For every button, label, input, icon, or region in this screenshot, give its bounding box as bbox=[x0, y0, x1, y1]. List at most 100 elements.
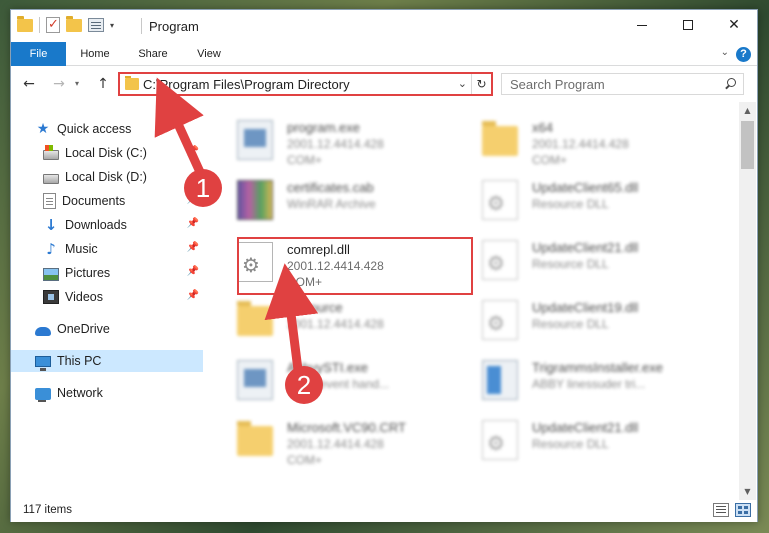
status-bar: 117 items bbox=[11, 500, 757, 522]
tab-view[interactable]: View bbox=[185, 42, 233, 66]
file-list: program.exe 2001.12.4414.428 COM+ x64 20… bbox=[207, 102, 741, 500]
refresh-icon[interactable]: ↻ bbox=[471, 74, 491, 94]
close-icon: ✕ bbox=[728, 17, 740, 33]
file-name: UpdateClient21.dll bbox=[532, 240, 639, 255]
sidebar-item-network[interactable]: Network bbox=[11, 382, 203, 404]
file-details: WinRAR Archive bbox=[287, 197, 376, 211]
sidebar-item-label: Local Disk (D:) bbox=[65, 170, 147, 184]
sidebar-item-label: Documents bbox=[62, 194, 126, 208]
tab-home[interactable]: Home bbox=[71, 42, 119, 66]
properties-check-icon[interactable] bbox=[46, 17, 60, 33]
explorer-window: ▾ Program ✕ File Home Share View ⌄ ? ← →… bbox=[10, 9, 758, 522]
computer-icon bbox=[35, 355, 51, 371]
new-folder-icon[interactable] bbox=[66, 16, 82, 33]
file-details: ABBY linessuder tri... bbox=[532, 377, 646, 391]
scroll-thumb[interactable] bbox=[741, 121, 754, 169]
file-item[interactable]: Resource 2001.12.4414.428 bbox=[217, 296, 457, 346]
vertical-scrollbar[interactable]: ▲ ▼ bbox=[739, 102, 756, 500]
folder-icon bbox=[125, 76, 139, 90]
file-name: UpdateClient19.dll bbox=[532, 300, 639, 315]
large-icons-view-icon[interactable] bbox=[735, 503, 751, 517]
pin-icon[interactable]: 📌 bbox=[187, 146, 199, 157]
archive-icon bbox=[237, 180, 273, 220]
up-button[interactable]: ↑ bbox=[93, 74, 113, 94]
sidebar-item-local-disk-d[interactable]: Local Disk (D:) bbox=[11, 166, 203, 188]
download-icon: ↓ bbox=[44, 216, 58, 234]
sidebar-item-downloads[interactable]: ↓ Downloads 📌 bbox=[11, 214, 203, 236]
file-item[interactable]: UpdateClient21.dll Resource DLL bbox=[462, 416, 702, 466]
file-item[interactable]: UpdateClient19.dll Resource DLL bbox=[462, 296, 702, 346]
address-row: ← → ▾ ↑ C:\Program Files\Program Directo… bbox=[11, 67, 757, 101]
dll-icon bbox=[482, 180, 518, 220]
folder-icon bbox=[237, 301, 273, 336]
recent-locations-dropdown-icon[interactable]: ▾ bbox=[71, 74, 83, 94]
pin-icon[interactable]: 📌 bbox=[187, 218, 199, 229]
title-bar: ▾ Program ✕ bbox=[11, 10, 757, 42]
sidebar-item-label: Quick access bbox=[57, 122, 132, 136]
quick-access-toolbar: ▾ bbox=[17, 16, 114, 33]
disk-icon bbox=[43, 173, 59, 184]
callout-2: 2 bbox=[285, 366, 323, 404]
address-bar[interactable]: C:\Program Files\Program Directory ⌄ ↻ bbox=[118, 72, 493, 96]
file-item[interactable]: x64 2001.12.4414.428 COM+ bbox=[462, 116, 702, 167]
sidebar-item-music[interactable]: ♪ Music 📌 bbox=[11, 238, 203, 260]
sidebar-item-label: Network bbox=[57, 386, 103, 400]
setup-icon bbox=[482, 360, 518, 400]
file-item[interactable]: UpdateClient65.dll Resource DLL bbox=[462, 176, 702, 226]
file-details: 2001.12.4414.428 bbox=[287, 137, 384, 151]
search-icon[interactable] bbox=[723, 77, 737, 91]
forward-button[interactable]: → bbox=[49, 74, 69, 94]
dll-icon bbox=[482, 420, 518, 460]
music-icon: ♪ bbox=[46, 240, 56, 258]
details-view-icon[interactable] bbox=[713, 503, 729, 517]
file-details: 2001.12.4414.428 bbox=[287, 437, 384, 451]
pin-icon[interactable]: 📌 bbox=[187, 290, 199, 301]
minimize-icon bbox=[637, 24, 647, 26]
file-name: x64 bbox=[532, 120, 553, 135]
title-divider bbox=[141, 18, 142, 34]
address-dropdown-icon[interactable]: ⌄ bbox=[458, 77, 467, 90]
sidebar-item-label: Pictures bbox=[65, 266, 111, 280]
minimize-button[interactable] bbox=[619, 10, 665, 40]
file-item[interactable]: UpdateClient21.dll Resource DLL bbox=[462, 236, 702, 286]
customize-toolbar-dropdown-icon[interactable]: ▾ bbox=[110, 21, 114, 30]
sidebar-item-pictures[interactable]: Pictures 📌 bbox=[11, 262, 203, 284]
callout-1: 1 bbox=[184, 169, 222, 207]
scroll-down-icon[interactable]: ▼ bbox=[739, 483, 756, 500]
file-item[interactable]: TrigrammsInstaller.exe ABBY linessuder t… bbox=[462, 356, 702, 406]
sidebar-item-onedrive[interactable]: OneDrive bbox=[11, 318, 203, 340]
file-item[interactable]: AbbyySTI.exe ab so event hand... bbox=[217, 356, 457, 406]
file-item[interactable]: certificates.cab WinRAR Archive bbox=[217, 176, 457, 226]
file-item[interactable]: Microsoft.VC90.CRT 2001.12.4414.428 COM+ bbox=[217, 416, 457, 467]
file-details: Resource DLL bbox=[532, 317, 609, 331]
navigation-pane: ★ Quick access Local Disk (C:) 📌 Local D… bbox=[11, 102, 207, 500]
close-button[interactable]: ✕ bbox=[711, 10, 757, 40]
file-name: program.exe bbox=[287, 120, 360, 135]
maximize-icon bbox=[683, 20, 693, 30]
back-button[interactable]: ← bbox=[19, 74, 39, 94]
expand-ribbon-chevron-icon[interactable]: ⌄ bbox=[721, 47, 729, 58]
pin-icon[interactable]: 📌 bbox=[187, 266, 199, 277]
maximize-button[interactable] bbox=[665, 10, 711, 40]
sidebar-item-quick-access[interactable]: ★ Quick access bbox=[11, 118, 203, 140]
file-name: certificates.cab bbox=[287, 180, 374, 195]
scroll-up-icon[interactable]: ▲ bbox=[739, 102, 756, 119]
search-input[interactable]: Search Program bbox=[501, 73, 744, 95]
help-icon[interactable]: ? bbox=[736, 47, 751, 62]
file-name: Resource bbox=[287, 300, 343, 315]
sidebar-item-this-pc[interactable]: This PC bbox=[11, 350, 203, 372]
sidebar-item-local-disk-c[interactable]: Local Disk (C:) 📌 bbox=[11, 142, 203, 164]
properties-icon[interactable] bbox=[88, 18, 104, 32]
sidebar-item-documents[interactable]: Documents 📌 bbox=[11, 190, 203, 212]
cloud-icon bbox=[35, 327, 51, 336]
file-name: UpdateClient65.dll bbox=[532, 180, 639, 195]
pin-icon[interactable]: 📌 bbox=[187, 242, 199, 253]
tab-file[interactable]: File bbox=[11, 42, 66, 66]
tab-share[interactable]: Share bbox=[129, 42, 177, 66]
address-path[interactable]: C:\Program Files\Program Directory bbox=[143, 77, 350, 92]
star-icon: ★ bbox=[36, 121, 50, 137]
file-details: 2001.12.4414.428 bbox=[532, 137, 629, 151]
dll-icon bbox=[482, 300, 518, 340]
file-item[interactable]: program.exe 2001.12.4414.428 COM+ bbox=[217, 116, 457, 167]
sidebar-item-videos[interactable]: Videos 📌 bbox=[11, 286, 203, 308]
